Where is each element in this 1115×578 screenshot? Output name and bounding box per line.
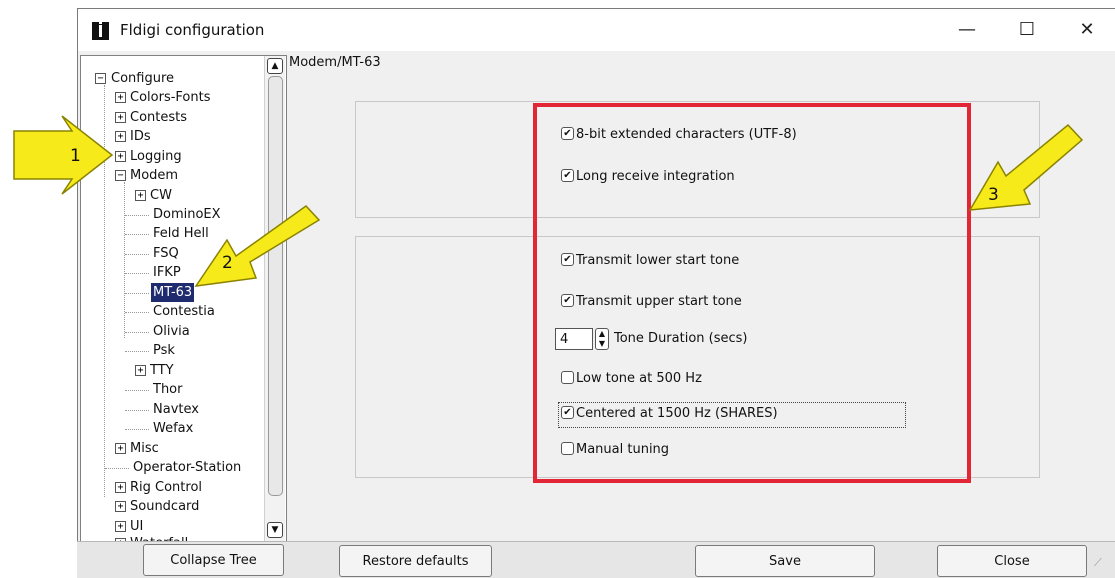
tree-item-label: IDs (130, 129, 151, 144)
expand-icon[interactable]: + (115, 443, 126, 454)
scroll-down-icon[interactable]: ▼ (267, 522, 283, 538)
arrow-3-label: 3 (988, 185, 999, 205)
scrollbar-thumb[interactable] (268, 76, 283, 496)
collapse-tree-button[interactable]: Collapse Tree (143, 544, 284, 576)
scroll-up-icon[interactable]: ▲ (267, 58, 283, 74)
tree-item-label: Colors-Fonts (130, 90, 211, 105)
tree-item-label: Soundcard (130, 499, 200, 514)
expand-icon[interactable]: + (115, 501, 126, 512)
expand-icon[interactable]: + (135, 365, 146, 376)
tree-item-label: Misc (130, 441, 159, 456)
expand-icon[interactable]: + (135, 190, 146, 201)
minimize-button[interactable]: — (944, 15, 990, 45)
tree-item-label: Navtex (153, 402, 199, 417)
resize-grip-icon[interactable]: ⟋ (1094, 556, 1108, 569)
expand-icon[interactable]: + (115, 521, 126, 532)
tree-item-label: Configure (111, 71, 175, 86)
tree-item-label: Olivia (153, 324, 190, 339)
tree-item-label: Wefax (153, 421, 194, 436)
tree-item-label: TTY (150, 363, 174, 378)
tree-scrollbar[interactable]: ▲ ▼ (264, 56, 285, 542)
collapse-icon[interactable]: − (95, 73, 106, 84)
tree-item-label: FSQ (153, 246, 179, 261)
highlight-annotation-box (533, 103, 971, 483)
tree-item-label: Logging (130, 149, 182, 164)
expand-icon[interactable]: + (115, 151, 126, 162)
collapse-icon[interactable]: − (115, 170, 126, 181)
tree-item-label: Operator-Station (133, 460, 242, 475)
expand-icon[interactable]: + (115, 482, 126, 493)
tree-item-label: Rig Control (130, 480, 203, 495)
config-tree: − Configure + Colors-Fonts + Contests + … (80, 55, 287, 543)
tree-item-label: Contests (130, 110, 188, 125)
tree-item-label: Modem (130, 168, 179, 183)
page-breadcrumb: Modem/MT-63 (289, 55, 381, 70)
tree-item-label: CW (150, 188, 172, 203)
expand-icon[interactable]: + (115, 92, 126, 103)
expand-icon[interactable]: + (115, 112, 126, 123)
tree-item-label: Contestia (153, 304, 215, 319)
tree-item-label: Psk (153, 343, 175, 358)
arrow-1-label: 1 (70, 146, 81, 166)
close-window-button[interactable]: ✕ (1064, 15, 1110, 45)
tree-item-label: IFKP (153, 265, 181, 280)
window-title: Fldigi configuration (120, 21, 265, 39)
save-button[interactable]: Save (695, 545, 875, 577)
tree-item-label: Feld Hell (153, 226, 209, 241)
tree-item-label: DominoEX (153, 207, 221, 222)
arrow-2-label: 2 (222, 253, 233, 273)
close-button[interactable]: Close (937, 545, 1087, 577)
tree-item-label-selected: MT-63 (151, 283, 195, 302)
expand-icon[interactable]: + (115, 131, 126, 142)
fldigi-app-icon (92, 22, 109, 40)
title-bar: Fldigi configuration — ☐ ✕ (78, 9, 1115, 51)
maximize-button[interactable]: ☐ (1004, 15, 1050, 45)
restore-defaults-button[interactable]: Restore defaults (339, 545, 492, 577)
tree-item-label: Thor (153, 382, 183, 397)
